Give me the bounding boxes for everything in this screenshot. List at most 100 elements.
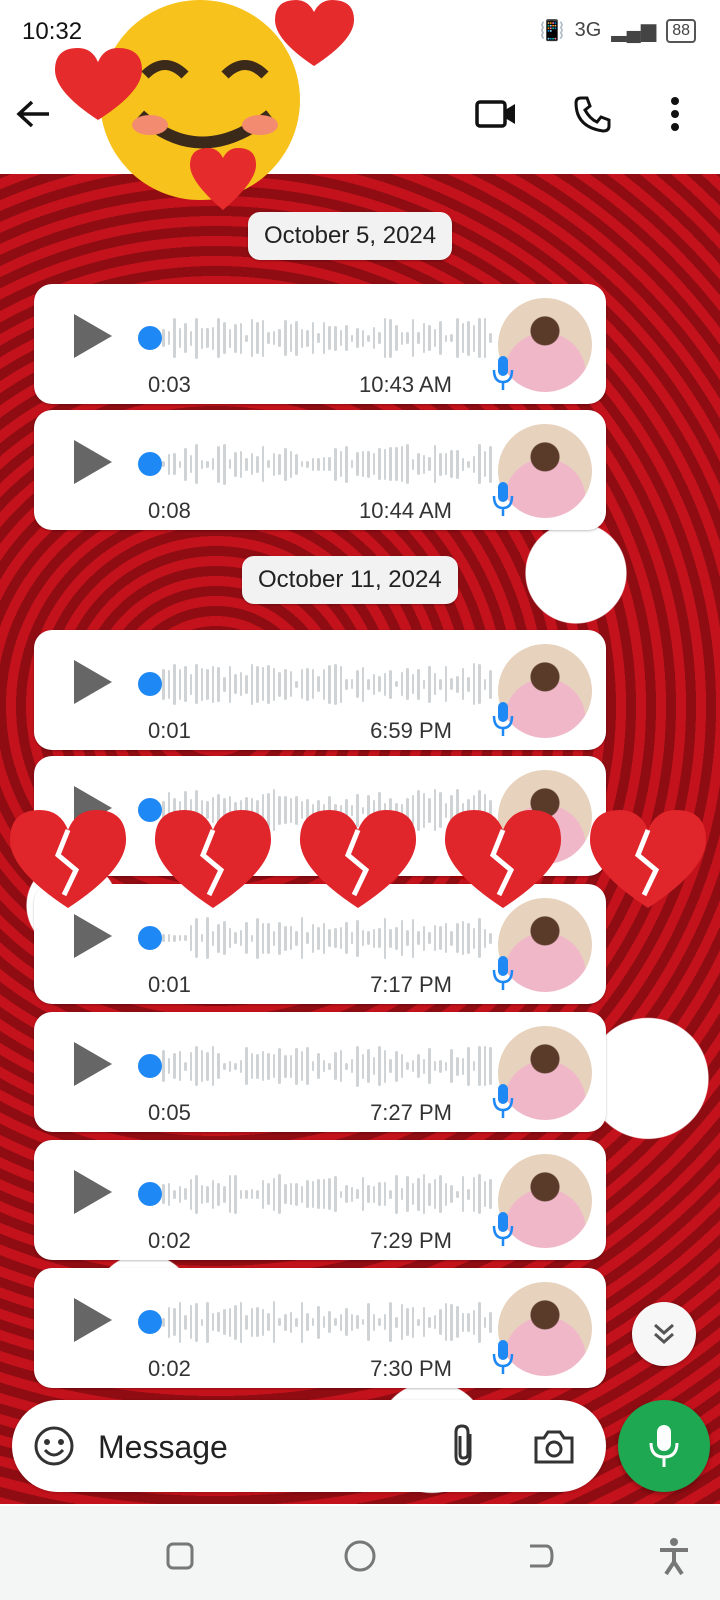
record-voice-button[interactable]	[618, 1400, 710, 1492]
waveform-bar	[478, 918, 481, 958]
waveform-bar	[300, 328, 304, 348]
more-options-button[interactable]	[660, 92, 690, 136]
waveform-bar	[461, 457, 465, 471]
waveform-bar	[333, 447, 337, 481]
playback-scrubber[interactable]	[138, 926, 162, 950]
waveform-bar	[278, 1318, 282, 1326]
mic-icon	[492, 356, 514, 390]
waveform-bar	[284, 1184, 287, 1204]
waveform-bar	[406, 1308, 409, 1336]
playback-scrubber[interactable]	[138, 1182, 162, 1206]
waveform-bar	[478, 1174, 481, 1214]
playback-scrubber[interactable]	[138, 326, 162, 350]
scroll-to-bottom-button[interactable]	[632, 1302, 696, 1366]
waveform-bar	[339, 1313, 343, 1331]
waveform-bar	[206, 460, 209, 468]
waveform-bar	[162, 934, 165, 942]
playback-scrubber[interactable]	[138, 672, 162, 696]
waveform-bar	[383, 672, 387, 696]
voice-message[interactable]: 0:02 7:29 PM	[34, 1140, 606, 1260]
play-icon[interactable]	[74, 1042, 112, 1086]
emoji-icon[interactable]	[32, 1424, 76, 1468]
waveform-bar	[256, 455, 259, 473]
waveform-bar	[389, 1302, 392, 1342]
playback-scrubber[interactable]	[138, 452, 162, 476]
accessibility-icon[interactable]	[654, 1536, 694, 1576]
video-call-button[interactable]	[472, 92, 520, 136]
waveform-bar	[394, 1050, 398, 1082]
waveform-bar	[200, 934, 204, 942]
waveform-bar	[444, 666, 448, 702]
waveform-bar	[228, 665, 232, 703]
waveform-bar	[195, 664, 198, 704]
voice-message[interactable]: 0:05 7:27 PM	[34, 1012, 606, 1132]
waveform-bar	[333, 928, 337, 948]
waveform-bar	[295, 320, 298, 356]
waveform-bar	[239, 800, 243, 820]
waveform-bar	[234, 1304, 237, 1340]
message-input[interactable]	[96, 1418, 420, 1476]
waveform-bar	[267, 664, 270, 704]
waveform-bar	[217, 923, 221, 953]
play-icon[interactable]	[74, 314, 112, 358]
waveform-bar	[339, 927, 343, 949]
waveform-bar	[417, 1054, 420, 1078]
waveform-bar	[394, 926, 398, 950]
waveform-bar	[444, 1182, 448, 1206]
play-icon[interactable]	[74, 914, 112, 958]
waveform-bar	[234, 451, 237, 477]
waveform	[162, 442, 492, 486]
waveform-bar	[189, 1305, 193, 1339]
voice-message[interactable]: 0:02 7:30 PM	[34, 1268, 606, 1388]
playback-scrubber[interactable]	[138, 1310, 162, 1334]
home-icon[interactable]	[340, 1536, 380, 1576]
recents-icon[interactable]	[160, 1536, 200, 1576]
message-time: 6:59 PM	[370, 718, 452, 743]
attach-icon[interactable]	[444, 1422, 484, 1470]
back-button[interactable]	[12, 92, 56, 136]
back-nav-icon[interactable]	[520, 1536, 560, 1576]
waveform-bar	[173, 1189, 176, 1199]
waveform-bar	[223, 1062, 226, 1070]
waveform-bar	[173, 1053, 176, 1079]
waveform-bar	[217, 445, 221, 483]
waveform-bar	[289, 324, 293, 352]
waveform-bar	[306, 1047, 309, 1085]
waveform-bar	[467, 1188, 470, 1200]
waveform-bar	[272, 1177, 276, 1211]
waveform-bar	[389, 1189, 392, 1199]
play-icon[interactable]	[74, 1298, 112, 1342]
voice-call-button[interactable]	[570, 92, 614, 136]
waveform-bar	[328, 457, 331, 471]
waveform-bar	[223, 798, 226, 822]
voice-message[interactable]	[34, 756, 606, 876]
waveform-bar	[167, 331, 171, 345]
waveform-bar	[306, 460, 309, 468]
play-icon[interactable]	[74, 440, 112, 484]
play-icon[interactable]	[74, 660, 112, 704]
waveform-bar	[284, 320, 287, 356]
waveform-bar	[189, 455, 193, 473]
waveform-bar	[367, 1049, 370, 1083]
play-icon[interactable]	[74, 786, 112, 830]
waveform-bar	[361, 451, 365, 477]
waveform-bar	[306, 932, 309, 944]
voice-message[interactable]: 0:03 10:43 AM	[34, 284, 606, 404]
play-icon[interactable]	[74, 1170, 112, 1214]
voice-message[interactable]: 0:01 7:17 PM	[34, 884, 606, 1004]
voice-message[interactable]: 0:01 6:59 PM	[34, 630, 606, 750]
waveform-bar	[378, 676, 381, 692]
waveform-bar	[284, 1054, 287, 1078]
waveform-bar	[272, 789, 276, 831]
voice-message[interactable]: 0:08 10:44 AM	[34, 410, 606, 530]
camera-icon[interactable]	[532, 1424, 576, 1468]
waveform-bar	[372, 453, 376, 475]
waveform-bar	[356, 670, 359, 698]
playback-scrubber[interactable]	[138, 1054, 162, 1078]
waveform	[162, 662, 492, 706]
waveform-bar	[278, 671, 282, 697]
waveform-bar	[356, 1315, 359, 1329]
mic-icon	[492, 482, 514, 516]
date-chip: October 5, 2024	[248, 212, 453, 260]
playback-scrubber[interactable]	[138, 798, 162, 822]
